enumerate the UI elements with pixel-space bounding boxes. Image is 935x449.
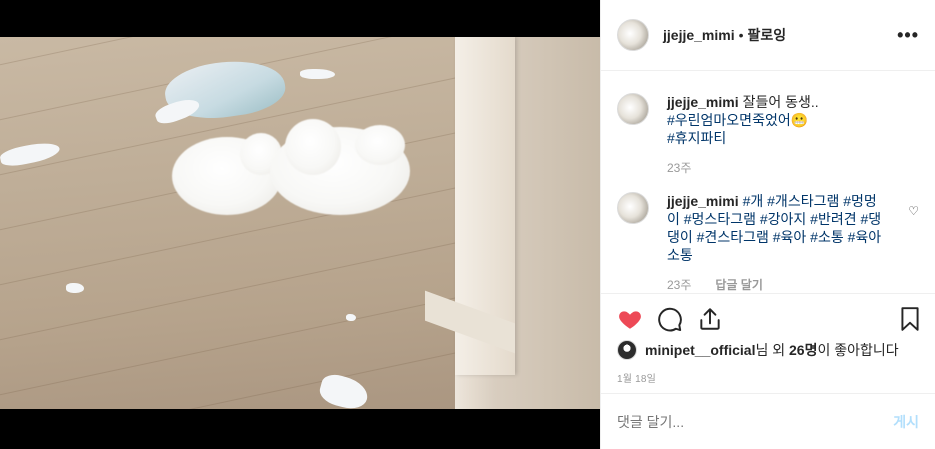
comment-composer: 게시 [601,393,935,449]
post-header: jjejje_mimi • 팔로잉 ••• [601,0,935,71]
liker-username[interactable]: minipet__official [645,342,755,358]
action-bar [601,293,935,345]
following-button[interactable]: 팔로잉 [748,25,787,45]
likes-count[interactable]: 26명 [789,342,817,358]
comment-like-icon[interactable]: ♡ [908,204,919,218]
comment-icon[interactable] [657,306,683,332]
comment-time[interactable]: 23주 [667,159,691,176]
comment-meta: 23주 [667,159,919,176]
bookmark-icon[interactable] [897,306,923,332]
hashtag-link[interactable]: #휴지파티 [667,130,726,146]
comment-input[interactable] [617,413,894,430]
caption-comment: jjejje_mimi 잘들어 동생.. #우린엄마오면죽었어😬 #휴지파티 [617,93,919,147]
reply-button[interactable]: 답글 달기 [715,276,763,293]
hashtag-link[interactable]: #우린엄마오면죽었어😬 [667,112,808,128]
comment-username[interactable]: jjejje_mimi [667,94,739,110]
post-comment-button[interactable]: 게시 [893,412,919,432]
liker-avatar[interactable] [617,340,637,360]
likes-tail: 이 좋아합니다 [817,342,899,358]
follow-separator: • [738,27,744,43]
comment-line: 잘들어 동생.. [742,94,819,110]
comment-meta: 23주 답글 달기 [667,276,919,293]
commenter-avatar[interactable] [617,192,649,224]
comment-item: jjejje_mimi #개 #개스타그램 #멍멍이 #멍스타그램 #강아지 #반… [617,192,919,264]
post-media[interactable] [0,0,600,449]
post-photo[interactable] [0,37,600,409]
more-options-icon[interactable]: ••• [897,25,919,46]
share-icon[interactable] [697,306,723,332]
comment-time[interactable]: 23주 [667,276,691,293]
comment-list[interactable]: jjejje_mimi 잘들어 동생.. #우린엄마오면죽었어😬 #휴지파티 23… [601,71,935,293]
likes-text: 님 외 [755,342,790,358]
author-username[interactable]: jjejje_mimi [663,27,735,43]
post-sidebar: jjejje_mimi • 팔로잉 ••• jjejje_mimi 잘들어 동생.… [600,0,935,449]
commenter-avatar[interactable] [617,93,649,125]
post-date[interactable]: 1월 18일 [617,370,656,385]
comment-username[interactable]: jjejje_mimi [667,193,739,209]
likes-summary: minipet__official님 외 26명이 좋아합니다 [617,340,899,360]
author-avatar[interactable] [617,19,649,51]
heart-icon[interactable] [617,306,643,332]
